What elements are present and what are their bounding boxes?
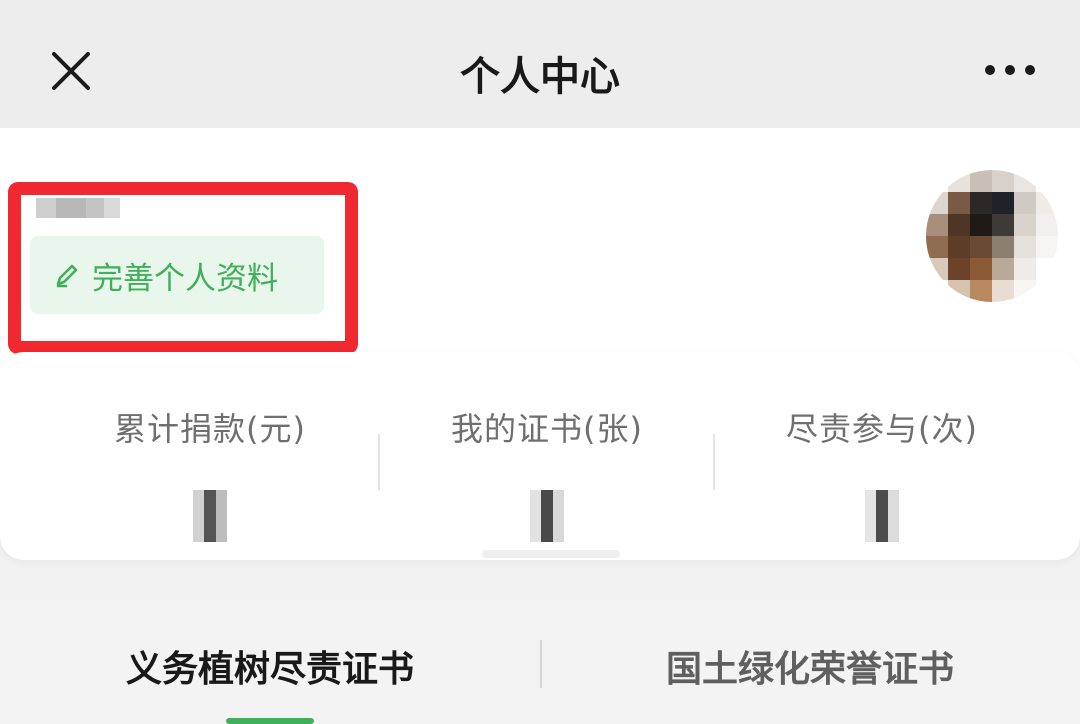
stat-certificates[interactable]: 我的证书(张) bbox=[382, 404, 712, 542]
avatar[interactable] bbox=[926, 170, 1058, 302]
stat-donation[interactable]: 累计捐款(元) bbox=[45, 404, 375, 542]
top-nav-bar: 个人中心 bbox=[0, 0, 1080, 128]
tab-tree-planting-certificate[interactable]: 义务植树尽责证书 bbox=[0, 640, 540, 692]
stats-card: 累计捐款(元) 我的证书(张) 尽责参与(次) bbox=[0, 352, 1080, 560]
more-icon[interactable] bbox=[984, 60, 1036, 80]
stat-divider bbox=[713, 434, 715, 490]
stat-label: 我的证书(张) bbox=[451, 410, 643, 448]
stat-label: 尽责参与(次) bbox=[786, 410, 978, 448]
stat-value-obscured bbox=[865, 490, 899, 542]
stat-value-obscured bbox=[530, 490, 564, 542]
active-tab-indicator bbox=[226, 718, 314, 724]
stat-participation[interactable]: 尽责参与(次) bbox=[717, 404, 1047, 542]
stat-label: 累计捐款(元) bbox=[114, 410, 306, 448]
highlight-box bbox=[8, 182, 358, 354]
card-handle bbox=[482, 550, 620, 558]
certificate-tabs: 义务植树尽责证书 国土绿化荣誉证书 bbox=[0, 600, 1080, 724]
tab-greening-honor-certificate[interactable]: 国土绿化荣誉证书 bbox=[540, 640, 1080, 692]
page-title: 个人中心 bbox=[460, 54, 620, 100]
stat-divider bbox=[378, 434, 380, 490]
stat-value-obscured bbox=[193, 490, 227, 542]
